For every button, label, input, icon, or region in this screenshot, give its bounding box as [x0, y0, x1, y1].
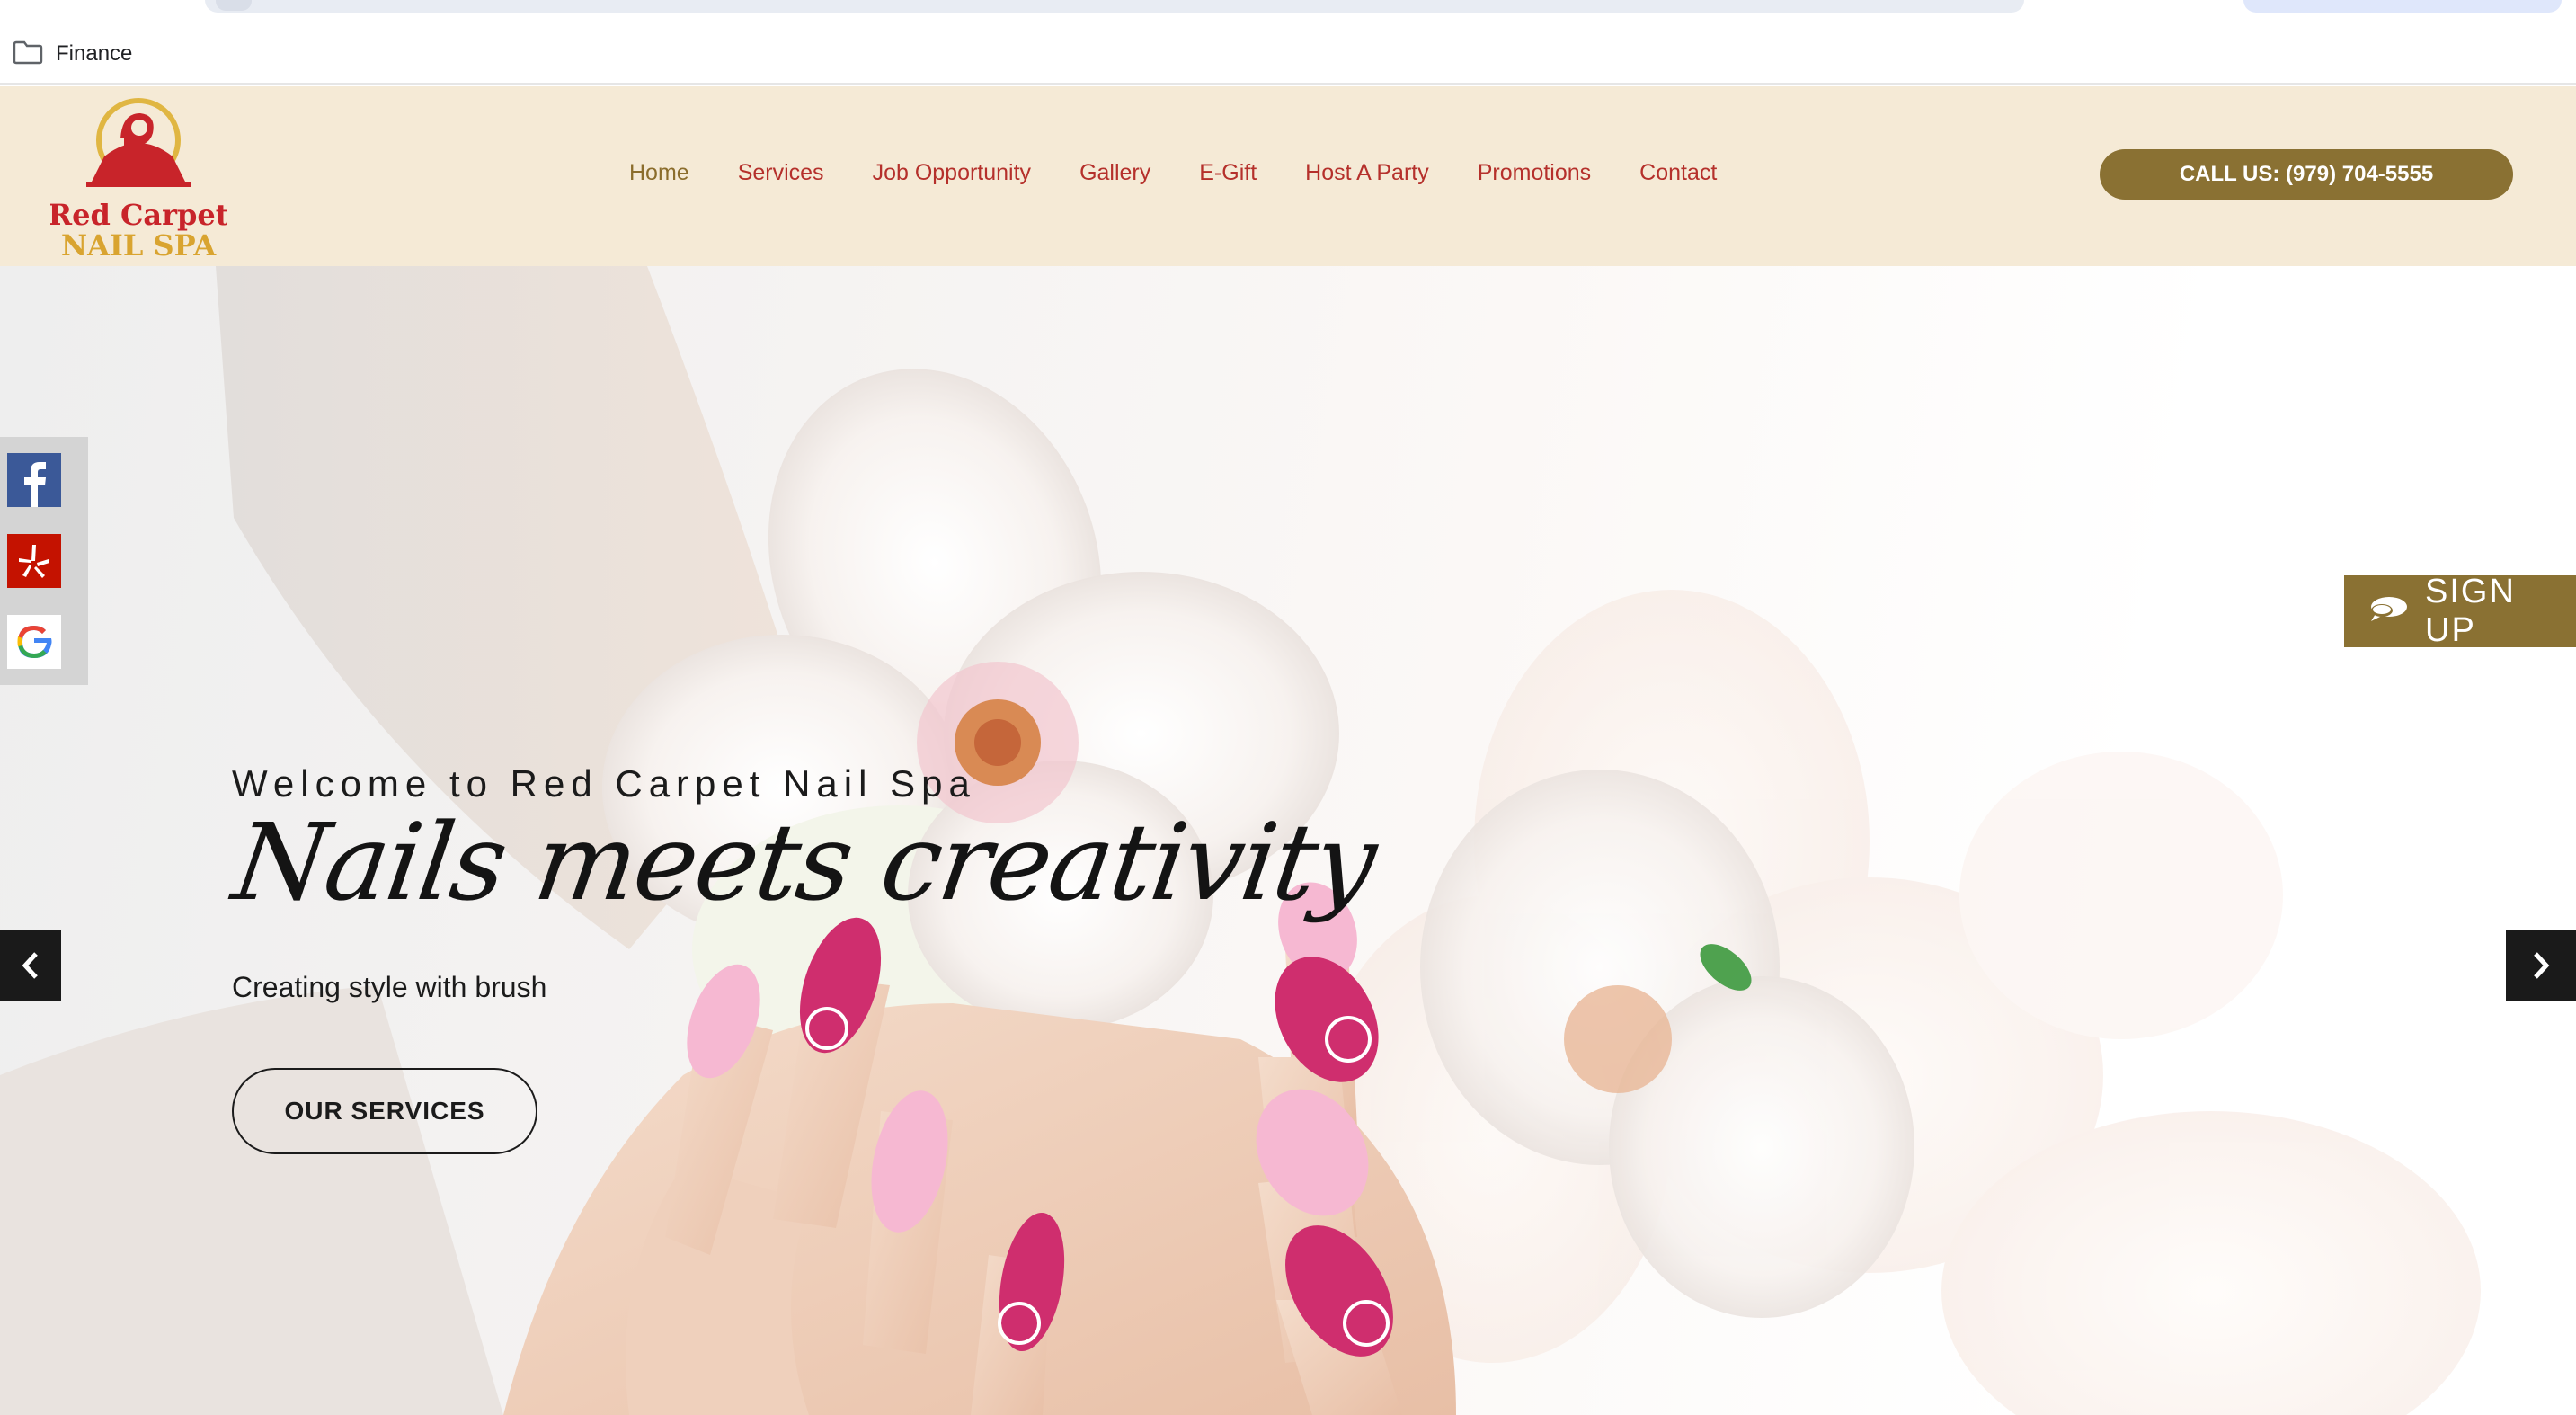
address-bar-icon [216, 0, 252, 11]
main-flower [602, 369, 1339, 1093]
facebook-icon[interactable] [7, 453, 61, 507]
address-bar[interactable] [205, 0, 2024, 13]
chevron-right-icon [2534, 952, 2550, 979]
signup-label: SIGN UP [2425, 573, 2516, 649]
slider-next-button[interactable] [2506, 930, 2576, 1001]
hero-tagline: Nails meets creativity [227, 800, 1382, 924]
nav-host-a-party[interactable]: Host A Party [1305, 160, 1429, 186]
signup-tab[interactable]: SIGN UP [2344, 573, 2576, 649]
folder-icon [13, 40, 43, 69]
bookmark-label: Finance [56, 41, 133, 66]
chat-bubble-icon [2367, 594, 2409, 629]
chevron-left-icon [22, 952, 38, 979]
site-header: Red Carpet NAIL SPA Home Services Job Op… [0, 86, 2576, 266]
browser-chrome: Finance [0, 0, 2576, 85]
social-sidebar [0, 437, 88, 685]
bookmark-finance[interactable]: Finance [13, 40, 132, 68]
our-services-button[interactable]: OUR SERVICES [232, 1068, 537, 1154]
google-icon[interactable] [7, 615, 61, 669]
nav-job-opportunity[interactable]: Job Opportunity [873, 160, 1032, 186]
nav-promotions[interactable]: Promotions [1478, 160, 1591, 186]
nav-contact[interactable]: Contact [1639, 160, 1717, 186]
yelp-icon[interactable] [7, 534, 61, 588]
site-logo[interactable]: Red Carpet NAIL SPA [48, 93, 229, 263]
nav-services[interactable]: Services [738, 160, 824, 186]
slider-prev-button[interactable] [0, 930, 61, 1001]
nav-gallery[interactable]: Gallery [1079, 160, 1150, 186]
logo-line1: Red Carpet [50, 198, 227, 232]
logo-line2: NAIL SPA [61, 228, 218, 261]
browser-profile-pill[interactable] [2243, 0, 2562, 13]
hero-slider: SIGN UP Welcome to Red Carpet Nail Spa N… [0, 266, 2576, 1415]
hero-subtagline: Creating style with brush [232, 971, 547, 1003]
hero-welcome-text: Welcome to Red Carpet Nail Spa [232, 762, 976, 805]
main-nav: Home Services Job Opportunity Gallery E-… [629, 156, 1765, 189]
nav-home[interactable]: Home [629, 160, 689, 186]
nav-e-gift[interactable]: E-Gift [1199, 160, 1257, 186]
call-us-button[interactable]: CALL US: (979) 704-5555 [2100, 149, 2513, 200]
